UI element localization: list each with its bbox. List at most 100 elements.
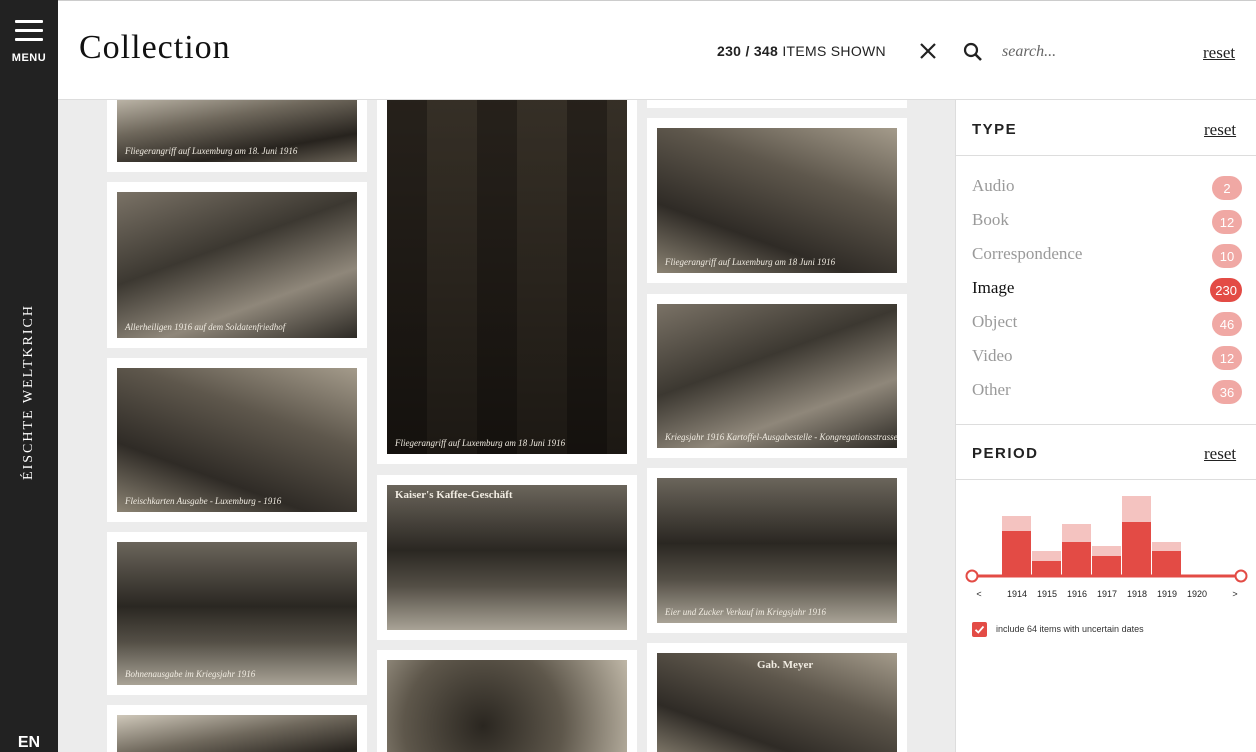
- histogram-tick-label: 1918: [1127, 589, 1147, 599]
- checkbox-checked-icon[interactable]: [972, 622, 987, 637]
- menu-label: MENU: [11, 52, 47, 64]
- histogram-bar-selected: [1002, 531, 1031, 576]
- items-shown-count: 230 / 348 ITEMS SHOWN: [717, 43, 886, 59]
- gallery-item[interactable]: Allerheiligen 1916 auf dem Soldatenfried…: [107, 182, 367, 348]
- gallery-photo: Fliegerangriff auf Luxemburg am 18 Juni …: [387, 100, 627, 454]
- gallery-item[interactable]: Fleischkarten Ausgabe - Luxemburg - 1916: [107, 358, 367, 522]
- gallery-photo: Gab. Meyer: [657, 653, 897, 752]
- reset-all-button[interactable]: reset: [1203, 43, 1235, 63]
- gallery-item[interactable]: Kaiser's Kaffee-Geschäft: [377, 475, 637, 640]
- histogram-bar-selected: [1152, 551, 1181, 576]
- photo-caption: Fleischkarten Ausgabe - Luxemburg - 1916: [125, 496, 282, 506]
- photo-caption: Eier und Zucker Verkauf im Kriegsjahr 19…: [665, 607, 826, 617]
- count-badge: 230: [1210, 278, 1242, 302]
- gallery-item[interactable]: [107, 705, 367, 752]
- search-icon[interactable]: [962, 41, 984, 63]
- gallery-photo: Bohnenausgabe im Kriegsjahr 1916: [117, 542, 357, 685]
- photo-caption: Fliegerangriff auf Luxemburg am 18 Juni …: [395, 438, 566, 448]
- gallery-photo: Fliegerangriff auf Luxemburg am 18. Juni…: [117, 100, 357, 162]
- type-filter-correspondence[interactable]: Correspondence 10: [956, 240, 1256, 274]
- gallery-photo: Eier und Zucker Verkauf im Kriegsjahr 19…: [657, 478, 897, 623]
- gallery-item[interactable]: Eier und Zucker Verkauf im Kriegsjahr 19…: [647, 468, 907, 633]
- photo-caption: Kaiser's Kaffee-Geschäft: [395, 489, 513, 501]
- period-histogram[interactable]: 1914 1915 1916 1917 1918 1919 1920 < >: [956, 480, 1256, 610]
- gallery-photo: Kriegsjahr 1916 Kartoffel-Ausgabestelle …: [657, 304, 897, 448]
- type-label: Image: [972, 278, 1015, 297]
- histogram-tick-label: 1916: [1067, 589, 1087, 599]
- count-badge: 2: [1212, 176, 1242, 200]
- gallery-item[interactable]: [377, 650, 637, 752]
- histogram-bar-selected: [1122, 522, 1151, 576]
- photo-caption: Gab. Meyer: [757, 659, 814, 671]
- histogram-tick-label: 1920: [1187, 589, 1207, 599]
- gallery-photo: Allerheiligen 1916 auf dem Soldatenfried…: [117, 192, 357, 338]
- gallery-item[interactable]: Fliegerangriff auf Luxemburg am 18 Juni …: [377, 100, 637, 464]
- photo-caption: Bohnenausgabe im Kriegsjahr 1916: [125, 669, 256, 679]
- gallery-item[interactable]: Gab. Meyer: [647, 643, 907, 752]
- type-filter-image[interactable]: Image 230: [956, 274, 1256, 308]
- gallery-item[interactable]: Fliegerangriff auf Luxemburg am 18 Juni …: [647, 118, 907, 283]
- type-label: Object: [972, 312, 1018, 331]
- period-section-header: PERIOD reset: [956, 424, 1256, 480]
- range-handle-start[interactable]: [965, 569, 979, 583]
- search-input[interactable]: [1002, 39, 1172, 65]
- histogram-tick-label: 1917: [1097, 589, 1117, 599]
- side-rail: MENU ÉISCHTE WELTKRICH EN: [0, 0, 58, 752]
- gallery-photo: Fliegerangriff auf Luxemburg am 18 Juni …: [657, 128, 897, 273]
- histogram-bar-selected: [1092, 556, 1121, 576]
- type-filter-list: Audio 2 Book 12 Correspondence 10 Image …: [956, 172, 1256, 410]
- gallery-item[interactable]: Kriegsjahr 1916 Kartoffel-Ausgabestelle …: [647, 294, 907, 458]
- gallery-photo: [387, 660, 627, 752]
- gallery-photo: Fleischkarten Ausgabe - Luxemburg - 1916: [117, 368, 357, 512]
- shown-suffix: ITEMS SHOWN: [782, 43, 886, 59]
- photo-caption: Kriegsjahr 1916 Kartoffel-Ausgabestelle …: [665, 432, 897, 442]
- close-icon[interactable]: [918, 41, 938, 61]
- shown-count: 230: [717, 43, 742, 59]
- type-section-header: TYPE reset: [956, 100, 1256, 156]
- count-badge: 12: [1212, 346, 1242, 370]
- count-badge: 10: [1212, 244, 1242, 268]
- type-filter-other[interactable]: Other 36: [956, 376, 1256, 410]
- type-filter-book[interactable]: Book 12: [956, 206, 1256, 240]
- period-title: PERIOD: [972, 445, 1039, 462]
- uncertain-dates-label: include 64 items with uncertain dates: [996, 624, 1144, 634]
- period-reset-button[interactable]: reset: [1204, 444, 1236, 464]
- histogram-tick-label: 1914: [1007, 589, 1027, 599]
- hamburger-icon: [15, 20, 43, 47]
- type-filter-video[interactable]: Video 12: [956, 342, 1256, 376]
- site-brand[interactable]: ÉISCHTE WELTKRICH: [21, 304, 37, 480]
- type-label: Correspondence: [972, 244, 1083, 263]
- histogram-tick-label: 1919: [1157, 589, 1177, 599]
- type-title: TYPE: [972, 121, 1018, 138]
- gallery-item[interactable]: [647, 100, 907, 108]
- total-count: 348: [753, 43, 779, 59]
- type-reset-button[interactable]: reset: [1204, 120, 1236, 140]
- count-badge: 36: [1212, 380, 1242, 404]
- range-start-label: <: [976, 589, 981, 599]
- range-end-label: >: [1232, 589, 1237, 599]
- menu-button[interactable]: MENU: [0, 12, 58, 72]
- photo-caption: Fliegerangriff auf Luxemburg am 18 Juni …: [665, 257, 836, 267]
- range-handle-end[interactable]: [1234, 569, 1248, 583]
- gallery-item[interactable]: Bohnenausgabe im Kriegsjahr 1916: [107, 532, 367, 695]
- image-gallery: Fliegerangriff auf Luxemburg am 18. Juni…: [58, 100, 955, 752]
- gallery-item[interactable]: Fliegerangriff auf Luxemburg am 18. Juni…: [107, 100, 367, 172]
- gallery-photo: Kaiser's Kaffee-Geschäft: [387, 485, 627, 630]
- page-title: Collection: [79, 29, 231, 66]
- photo-caption: Allerheiligen 1916 auf dem Soldatenfried…: [125, 322, 286, 332]
- filter-sidebar: TYPE reset Audio 2 Book 12 Correspondenc…: [955, 100, 1256, 752]
- histogram-bar-selected: [1062, 542, 1091, 576]
- type-label: Book: [972, 210, 1009, 229]
- language-switch[interactable]: EN: [0, 734, 58, 752]
- type-label: Other: [972, 380, 1011, 399]
- count-badge: 46: [1212, 312, 1242, 336]
- count-badge: 12: [1212, 210, 1242, 234]
- type-filter-audio[interactable]: Audio 2: [956, 172, 1256, 206]
- histogram-bar-selected: [1032, 561, 1061, 576]
- type-label: Video: [972, 346, 1013, 365]
- histogram-tick-label: 1915: [1037, 589, 1057, 599]
- gallery-photo: [117, 715, 357, 752]
- header-bar: Collection 230 / 348 ITEMS SHOWN reset: [58, 0, 1256, 100]
- type-filter-object[interactable]: Object 46: [956, 308, 1256, 342]
- type-label: Audio: [972, 176, 1015, 195]
